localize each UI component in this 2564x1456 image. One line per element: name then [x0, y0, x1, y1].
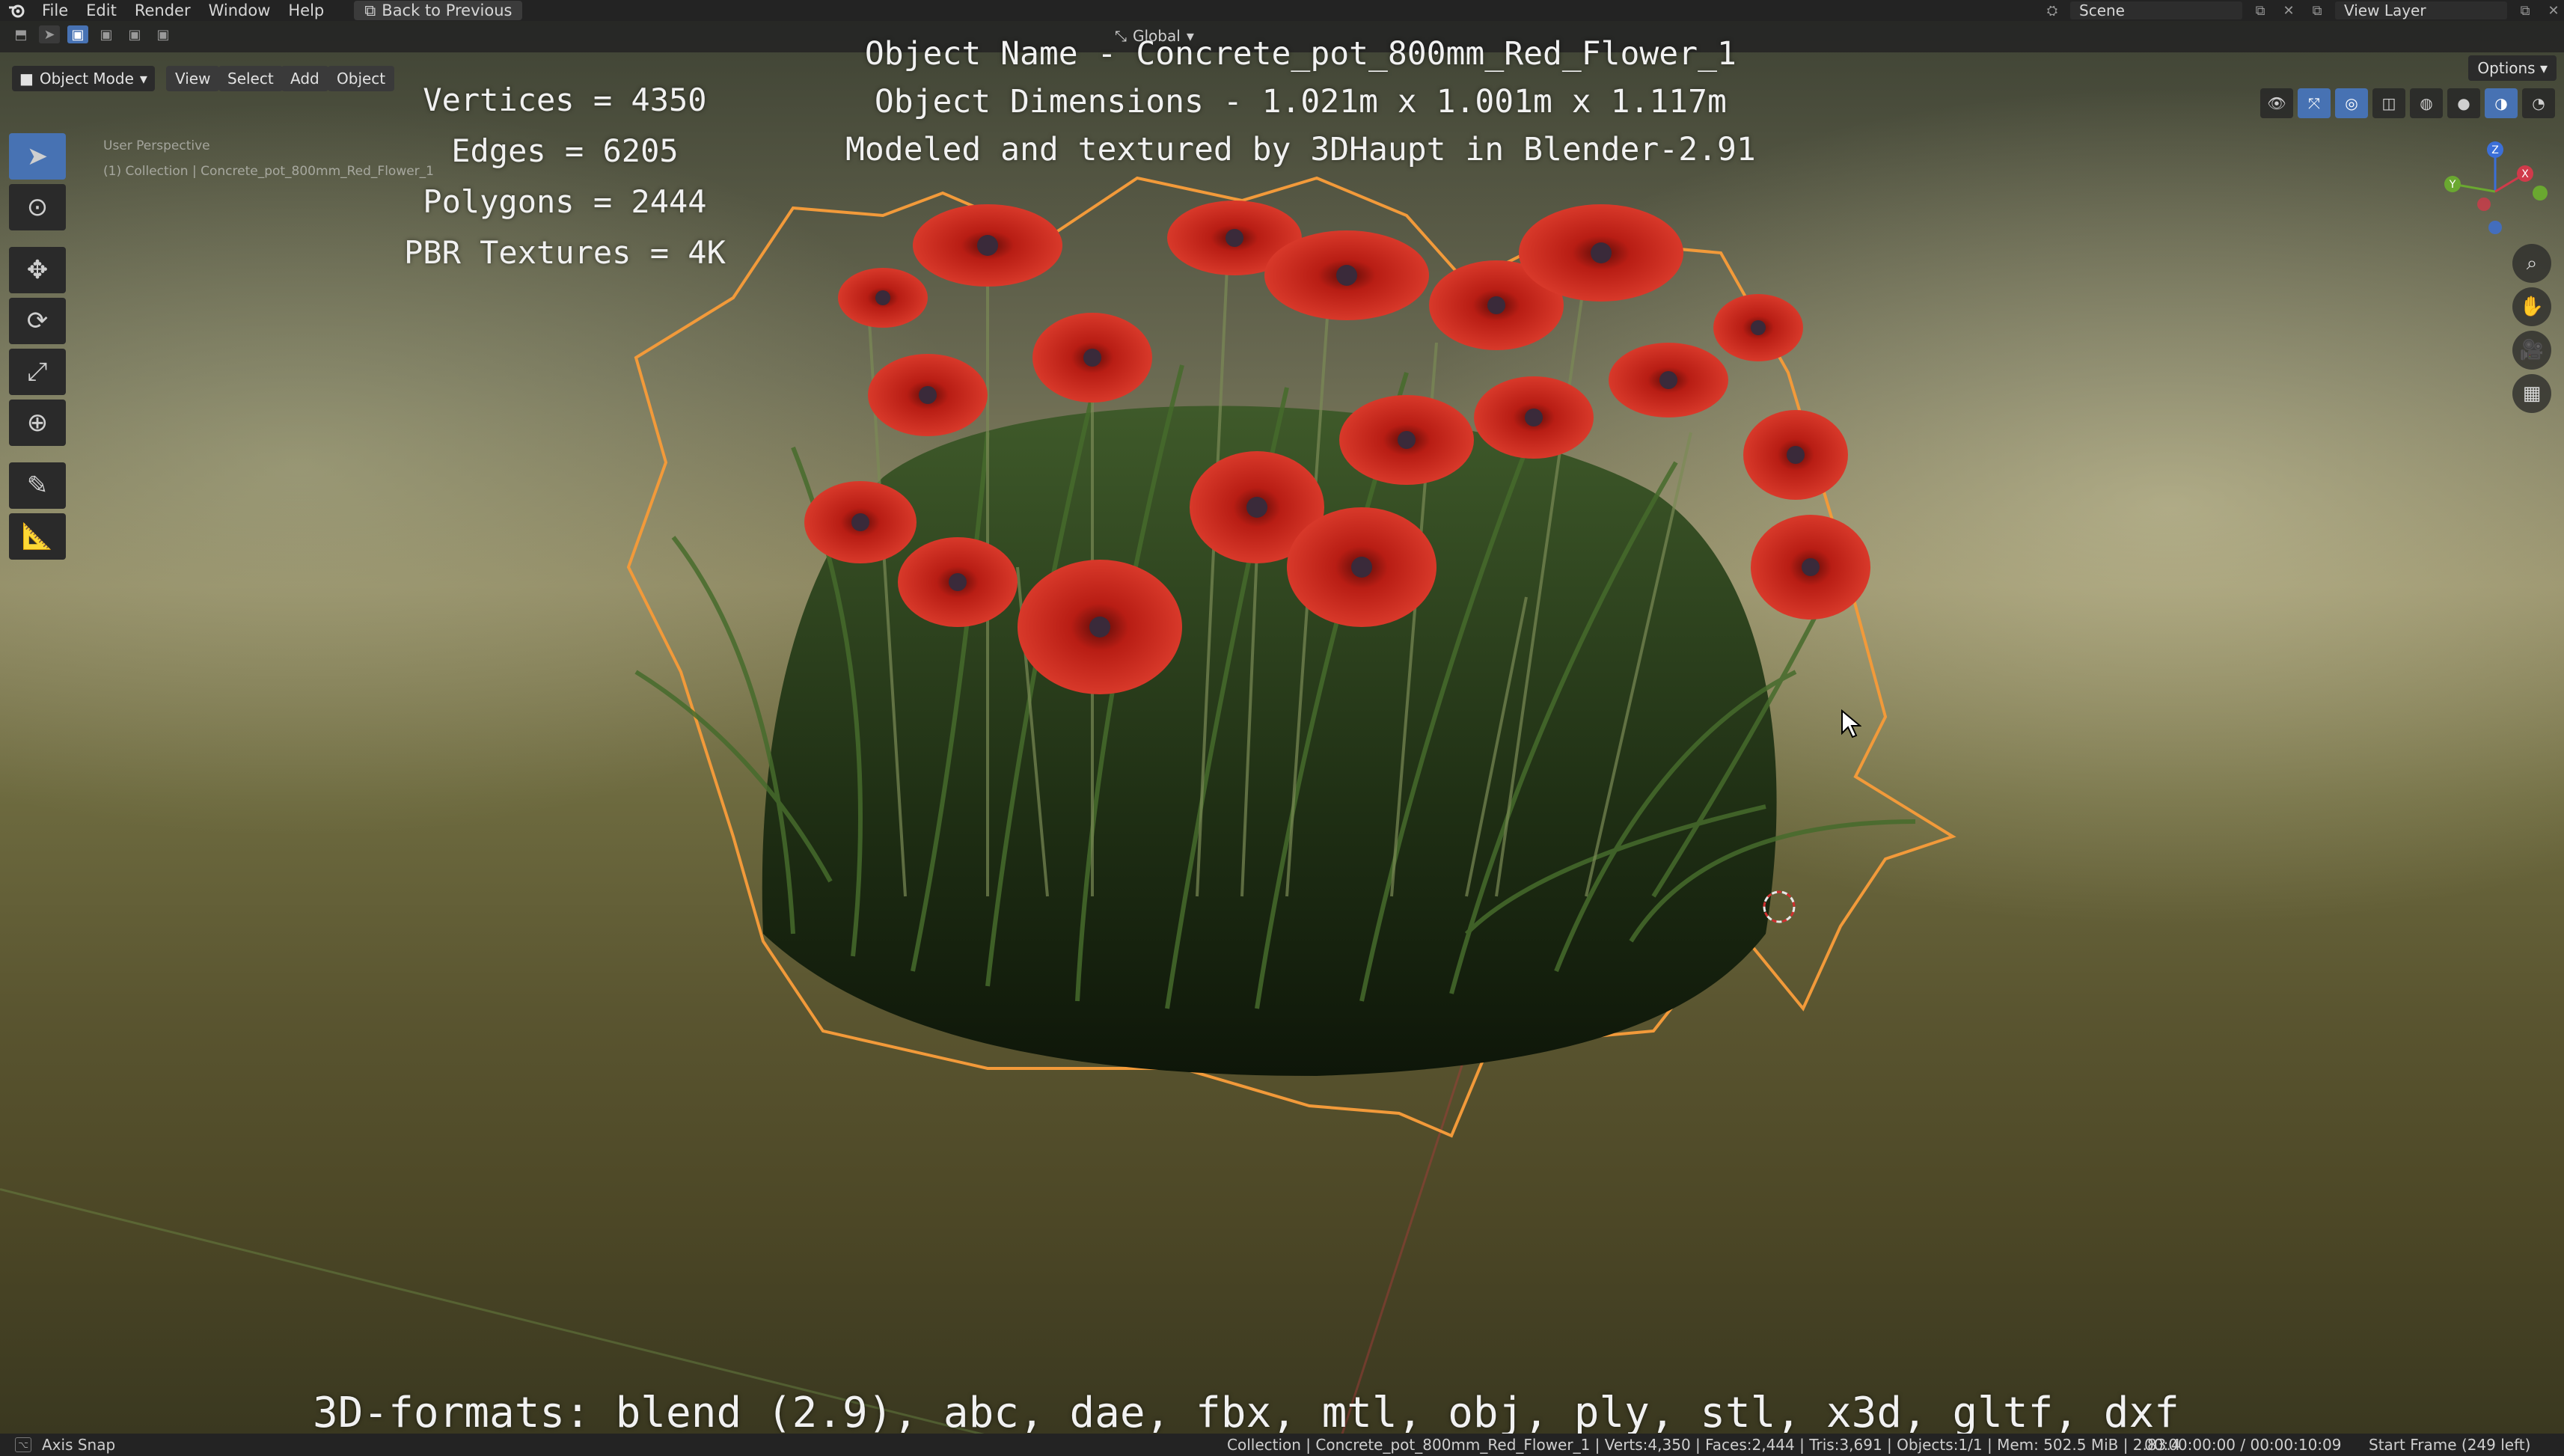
select-subtract-icon[interactable]: ▣ [124, 25, 145, 43]
select-extend-icon[interactable]: ▣ [96, 25, 117, 43]
editor-type-group: ⬒ ➤ ▣ ▣ ▣ ▣ [10, 25, 174, 43]
mouse-pointer-icon [1841, 709, 1861, 738]
camera-view-icon[interactable]: 🎥 [2512, 331, 2551, 370]
object-info-overlay: Object Name - Concrete_pot_800mm_Red_Flo… [845, 30, 1756, 174]
axis-snap-label: Axis Snap [42, 1436, 116, 1454]
select-box-icon[interactable]: ▣ [67, 25, 88, 43]
view-perspective-label: User Perspective [103, 138, 210, 153]
transform-tool-icon[interactable]: ⊕ [9, 400, 66, 446]
scene-icon[interactable]: ⛭ [2042, 1, 2063, 19]
editor-type-icon[interactable]: ⬒ [10, 25, 31, 43]
neg-z-axis-icon[interactable] [2488, 221, 2502, 234]
back-to-previous-button[interactable]: ⧉ Back to Previous [354, 1, 523, 20]
material-shading-icon[interactable]: ◑ [2485, 88, 2518, 118]
menu-render[interactable]: Render [126, 0, 200, 21]
chevron-down-icon: ▾ [139, 70, 147, 88]
rotate-tool-icon[interactable]: ⟳ [9, 298, 66, 344]
top-menu-bar: File Edit Render Window Help ⧉ Back to P… [0, 0, 2564, 21]
move-tool-icon[interactable]: ✥ [9, 247, 66, 293]
object-mode-dropdown[interactable]: ■ Object Mode ▾ [12, 66, 155, 91]
flower-model[interactable] [569, 148, 2050, 1211]
options-label: Options [2477, 59, 2536, 77]
delete-scene-icon[interactable]: ✕ [2278, 1, 2299, 19]
view-layer-selector[interactable]: View Layer [2335, 1, 2507, 19]
menu-help[interactable]: Help [279, 0, 333, 21]
z-axis-label: Z [2491, 144, 2499, 156]
annotate-tool-icon[interactable]: ✎ [9, 462, 66, 509]
solid-shading-icon[interactable]: ● [2447, 88, 2480, 118]
start-frame-info: Start Frame (249 left) [2369, 1436, 2531, 1454]
menu-file[interactable]: File [33, 0, 77, 21]
zoom-icon[interactable]: ⌕ [2512, 244, 2551, 283]
visibility-icon[interactable]: 👁 [2260, 88, 2293, 118]
scale-tool-icon[interactable]: ⤢ [9, 349, 66, 395]
cursor-tool-icon[interactable]: ⊙ [9, 184, 66, 230]
navigation-gizmo[interactable]: Z Y X [2402, 132, 2551, 251]
back-icon: ⧉ [364, 1, 376, 19]
xray-icon[interactable]: ◫ [2372, 88, 2405, 118]
new-scene-icon[interactable]: ⧉ [2250, 1, 2271, 19]
view-layer-icon[interactable]: ⧉ [2307, 1, 2328, 19]
object-mode-icon: ■ [19, 70, 34, 88]
topbar-right: ⛭ Scene ⧉ ✕ ⧉ View Layer ⧉ ✕ [2042, 0, 2564, 21]
options-dropdown[interactable]: Options ▾ [2468, 55, 2557, 81]
neg-y-axis-icon[interactable] [2533, 186, 2548, 201]
y-axis-label: Y [2449, 179, 2456, 191]
edges-count: Edges = 6205 [451, 132, 679, 169]
mesh-stats-overlay: Vertices = 4350 Edges = 6205 Polygons = … [404, 75, 726, 278]
x-axis-label: X [2521, 168, 2529, 180]
active-collection-label: (1) Collection | Concrete_pot_800mm_Red_… [103, 164, 434, 179]
overlay-toggle-icon[interactable]: ◎ [2335, 88, 2368, 118]
textures-info: PBR Textures = 4K [404, 234, 726, 271]
alt-key-icon: ⌥ [15, 1437, 31, 1452]
rendered-shading-icon[interactable]: ◔ [2522, 88, 2555, 118]
scene-selector[interactable]: Scene [2070, 1, 2242, 19]
back-label: Back to Previous [382, 1, 513, 19]
menu-window[interactable]: Window [200, 0, 280, 21]
measure-tool-icon[interactable]: 📐 [9, 513, 66, 560]
object-menu[interactable]: Object [328, 66, 395, 91]
viewport-info: User Perspective (1) Collection | Concre… [103, 133, 434, 184]
wireframe-shading-icon[interactable]: ◍ [2410, 88, 2443, 118]
viewport-shading-controls: 👁 ⤧ ◎ ◫ ◍ ● ◑ ◔ [2260, 88, 2555, 118]
select-tool-icon[interactable]: ➤ [9, 133, 66, 180]
ortho-grid-icon[interactable]: ▦ [2512, 374, 2551, 413]
chevron-down-icon: ▾ [2535, 59, 2548, 77]
object-mode-label: Object Mode [39, 70, 134, 88]
new-view-layer-icon[interactable]: ⧉ [2515, 1, 2536, 19]
pan-hand-icon[interactable]: ✋ [2512, 287, 2551, 326]
status-bar: ⌥ Axis Snap Collection | Concrete_pot_80… [0, 1434, 2564, 1456]
polygons-count: Polygons = 2444 [423, 183, 707, 220]
timecode: 00:00:00:00 / 00:00:10:09 [2144, 1436, 2342, 1454]
status-left: ⌥ Axis Snap [15, 1436, 115, 1454]
select-mode-icon[interactable]: ➤ [39, 25, 60, 43]
view-menu[interactable]: View [166, 66, 220, 91]
tool-shelf: ➤ ⊙ ✥ ⟳ ⤢ ⊕ ✎ 📐 [9, 133, 66, 560]
gizmo-toggle-icon[interactable]: ⤧ [2298, 88, 2331, 118]
formats-overlay: 3D-formats: blend (2.9), abc, dae, fbx, … [313, 1389, 2179, 1434]
scene-statistics: Collection | Concrete_pot_800mm_Red_Flow… [1227, 1436, 2181, 1454]
blender-logo-icon[interactable] [0, 0, 33, 21]
select-menu[interactable]: Select [218, 66, 283, 91]
vertices-count: Vertices = 4350 [423, 82, 707, 118]
neg-x-axis-icon[interactable] [2477, 198, 2491, 211]
3d-viewport[interactable]: ⬒ ➤ ▣ ▣ ▣ ▣ ⤡ Global ▾ ■ Object Mode ▾ V… [0, 21, 2564, 1434]
delete-view-layer-icon[interactable]: ✕ [2543, 1, 2564, 19]
menu-edit[interactable]: Edit [77, 0, 126, 21]
select-invert-icon[interactable]: ▣ [153, 25, 174, 43]
object-dimensions-text: Object Dimensions - 1.021m x 1.001m x 1.… [874, 83, 1727, 120]
credits-text: Modeled and textured by 3DHaupt in Blend… [845, 131, 1756, 168]
add-menu[interactable]: Add [281, 66, 328, 91]
object-name-text: Object Name - Concrete_pot_800mm_Red_Flo… [864, 35, 1737, 73]
